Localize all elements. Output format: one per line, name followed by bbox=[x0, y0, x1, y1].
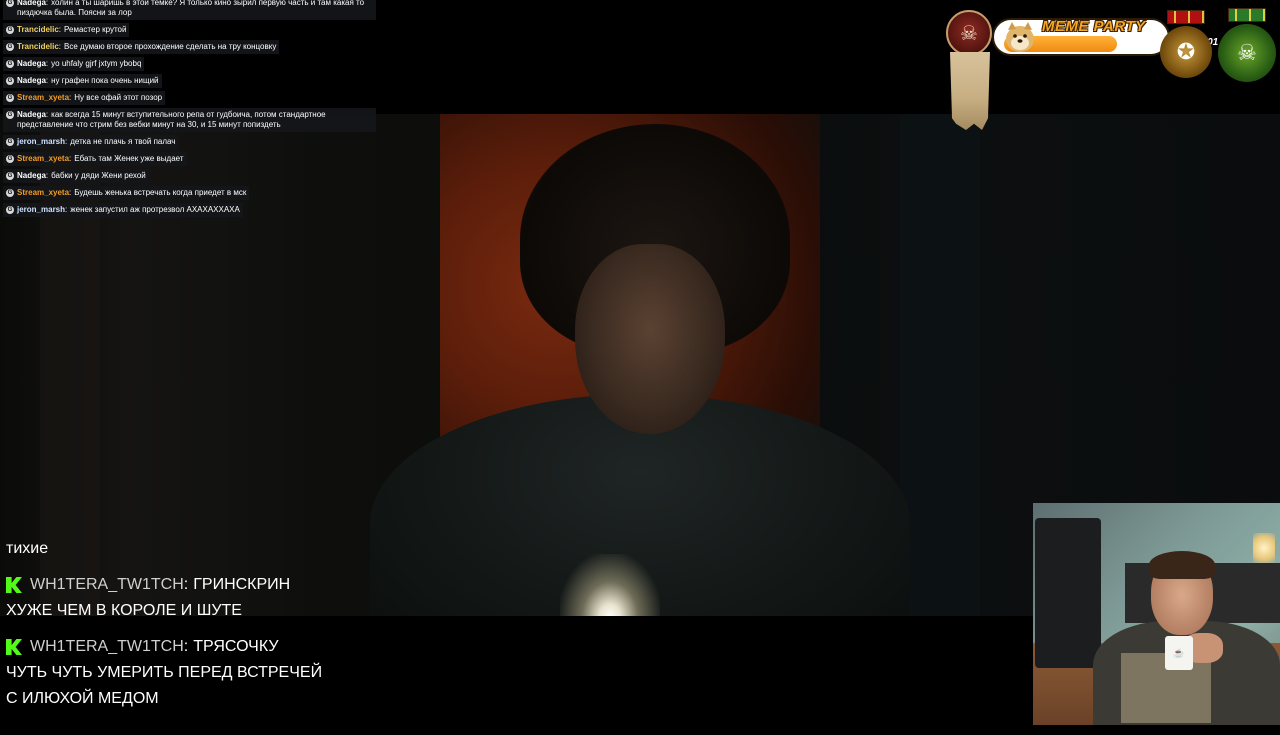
small-chat-username: Nadega bbox=[17, 59, 46, 68]
small-chat-colon: : bbox=[65, 205, 68, 214]
small-chat-username: Trancidelic bbox=[17, 25, 59, 34]
platform-g-icon: G bbox=[6, 155, 14, 163]
big-chat-colon: : bbox=[183, 576, 189, 593]
platform-g-icon: G bbox=[6, 111, 14, 119]
small-chat-text: бабки у дяди Жени рехой bbox=[51, 171, 146, 180]
gold-medal-badge: ✪ bbox=[1160, 10, 1212, 78]
small-chat-username: Nadega bbox=[17, 0, 46, 7]
small-chat-message: Gjeron_marsh: детка не плачь я твой палач bbox=[3, 135, 179, 149]
platform-g-icon: G bbox=[6, 0, 14, 7]
small-chat-message: G Stream_xyeta: Ну все офай этот позор bbox=[3, 91, 166, 105]
platform-g-icon: G bbox=[6, 26, 14, 34]
platform-g-icon: G bbox=[6, 60, 14, 68]
platform-g-icon: G bbox=[6, 206, 14, 214]
small-chat-text: холин а ты шаришь в этой темке? Я только… bbox=[17, 0, 365, 17]
big-chat-message-header: WH1TERA_TW1TCH: ГРИНСКРИН bbox=[6, 572, 426, 598]
big-chat-text-line: ХУЖЕ ЧЕМ В КОРОЛЕ И ШУТЕ bbox=[6, 602, 242, 619]
small-chat-message: G Trancidelic: Ремастер крутой bbox=[3, 23, 130, 37]
big-chat-text-line: С ИЛЮХОЙ МЕДОМ bbox=[6, 690, 159, 707]
big-chat-overlay: тихие WH1TERA_TW1TCH: ГРИНСКРИН ХУЖЕ ЧЕМ В… bbox=[6, 536, 426, 712]
platform-g-icon: G bbox=[6, 77, 14, 85]
small-chat-username: jeron_marsh bbox=[17, 205, 66, 214]
small-chat-username: Trancidelic bbox=[17, 42, 59, 51]
small-chat-message: G Stream_xyeta: Будешь женька встречать ко… bbox=[3, 186, 250, 200]
doge-icon bbox=[1000, 18, 1040, 56]
big-chat-username: WH1TERA_TW1TCH bbox=[30, 638, 184, 655]
small-chat-message: G Nadega: yo uhfaly gjrf jxtym ybobq bbox=[3, 57, 145, 71]
small-chat-message: G Nadega: ну графен пока очень нищий bbox=[3, 74, 162, 88]
big-chat-text: ГРИНСКРИН bbox=[193, 576, 291, 593]
small-chat-colon: : bbox=[45, 110, 49, 119]
webcam-lamp bbox=[1253, 533, 1275, 563]
big-chat-messages: WH1TERA_TW1TCH: ГРИНСКРИН ХУЖЕ ЧЕМ В КОРОЛ… bbox=[6, 572, 426, 712]
small-chat-username: Stream_xyeta bbox=[17, 188, 70, 197]
video-flashlight-glow bbox=[560, 554, 660, 616]
small-chat-message: G Nadega: бабки у дяди Жени рехой bbox=[3, 169, 149, 183]
small-chat-message: Gjeron_marsh: женек запустил аж протрезво… bbox=[3, 203, 243, 217]
platform-g-icon: G bbox=[6, 43, 14, 51]
small-chat-text: женек запустил аж протрезвол АХАХАХХАХА bbox=[70, 205, 240, 214]
gold-star-medal-icon: ✪ bbox=[1160, 26, 1212, 78]
platform-g-icon: G bbox=[6, 138, 14, 146]
meme-party-title: MEME PARTY bbox=[1042, 18, 1146, 35]
big-chat-top-line: тихие bbox=[6, 540, 49, 557]
video-character-face bbox=[575, 244, 725, 434]
webcam-mug: ☕ bbox=[1165, 636, 1193, 670]
small-chat-username: Nadega bbox=[17, 76, 46, 85]
small-chat-overlay: G Nadega: холин а ты шаришь в этой темке? … bbox=[0, 0, 380, 220]
small-chat-colon: : bbox=[69, 188, 72, 197]
platform-g-icon: G bbox=[6, 172, 14, 180]
platform-g-icon: G bbox=[6, 189, 14, 197]
small-chat-colon: : bbox=[45, 59, 49, 68]
red-ribbon-icon bbox=[1167, 10, 1205, 24]
small-chat-colon: : bbox=[45, 76, 49, 85]
small-chat-colon: : bbox=[69, 93, 72, 102]
big-chat-message-header: WH1TERA_TW1TCH: ТРЯСОЧКУ bbox=[6, 634, 426, 660]
big-chat-colon: : bbox=[183, 638, 189, 655]
small-chat-username: Nadega bbox=[17, 110, 46, 119]
green-medal-badge: ☠ bbox=[1218, 8, 1276, 82]
kick-logo-icon bbox=[6, 577, 22, 593]
big-chat-text-line: ЧУТЬ ЧУТЬ УМЕРИТЬ ПЕРЕД ВСТРЕЧЕЙ bbox=[6, 664, 323, 681]
small-chat-colon: : bbox=[45, 171, 49, 180]
small-chat-text: yo uhfaly gjrf jxtym ybobq bbox=[51, 59, 142, 68]
small-chat-username: Stream_xyeta bbox=[17, 154, 70, 163]
small-chat-text: Будешь женька встречать когда приедет в … bbox=[74, 188, 247, 197]
small-chat-message: G Nadega: как всегда 15 минут вступительно… bbox=[3, 108, 376, 132]
small-chat-text: ну графен пока очень нищий bbox=[51, 76, 159, 85]
skull-icon: ☠ bbox=[960, 22, 978, 45]
green-ribbon-icon bbox=[1228, 8, 1266, 22]
small-chat-text: как всегда 15 минут вступительного репа … bbox=[17, 110, 326, 129]
small-chat-colon: : bbox=[58, 25, 62, 34]
streamer-webcam: ☕ bbox=[1033, 503, 1280, 725]
small-chat-text: Ебать там Женек уже выдает bbox=[74, 154, 184, 163]
green-skull-medal-icon: ☠ bbox=[1218, 24, 1276, 82]
video-right-wall bbox=[900, 114, 980, 616]
small-chat-colon: : bbox=[69, 154, 72, 163]
small-chat-message: G Trancidelic: Все думаю второе прохождени… bbox=[3, 40, 280, 54]
small-chat-text: Ремастер крутой bbox=[64, 25, 127, 34]
small-chat-colon: : bbox=[65, 137, 68, 146]
webcam-streamer-hair bbox=[1149, 551, 1215, 579]
small-chat-colon: : bbox=[45, 0, 49, 7]
small-chat-username: jeron_marsh bbox=[17, 137, 66, 146]
big-chat-username: WH1TERA_TW1TCH bbox=[30, 576, 184, 593]
webcam-pc-case bbox=[1035, 518, 1101, 668]
small-chat-username: Nadega bbox=[17, 171, 46, 180]
skull-badge: ☠ bbox=[946, 10, 992, 56]
big-chat-text: ТРЯСОЧКУ bbox=[193, 638, 279, 655]
small-chat-text: детка не плачь я твой палач bbox=[70, 137, 176, 146]
small-chat-text: Все думаю второе прохождение сделать на … bbox=[64, 42, 277, 51]
platform-g-icon: G bbox=[6, 94, 14, 102]
small-chat-message: G Stream_xyeta: Ебать там Женек уже выдает bbox=[3, 152, 187, 166]
small-chat-username: Stream_xyeta bbox=[17, 93, 70, 102]
parchment-scroll bbox=[950, 52, 990, 130]
small-chat-text: Ну все офай этот позор bbox=[74, 93, 163, 102]
small-chat-message: G Nadega: холин а ты шаришь в этой темке? … bbox=[3, 0, 376, 20]
kick-logo-icon bbox=[6, 639, 22, 655]
small-chat-colon: : bbox=[58, 42, 62, 51]
